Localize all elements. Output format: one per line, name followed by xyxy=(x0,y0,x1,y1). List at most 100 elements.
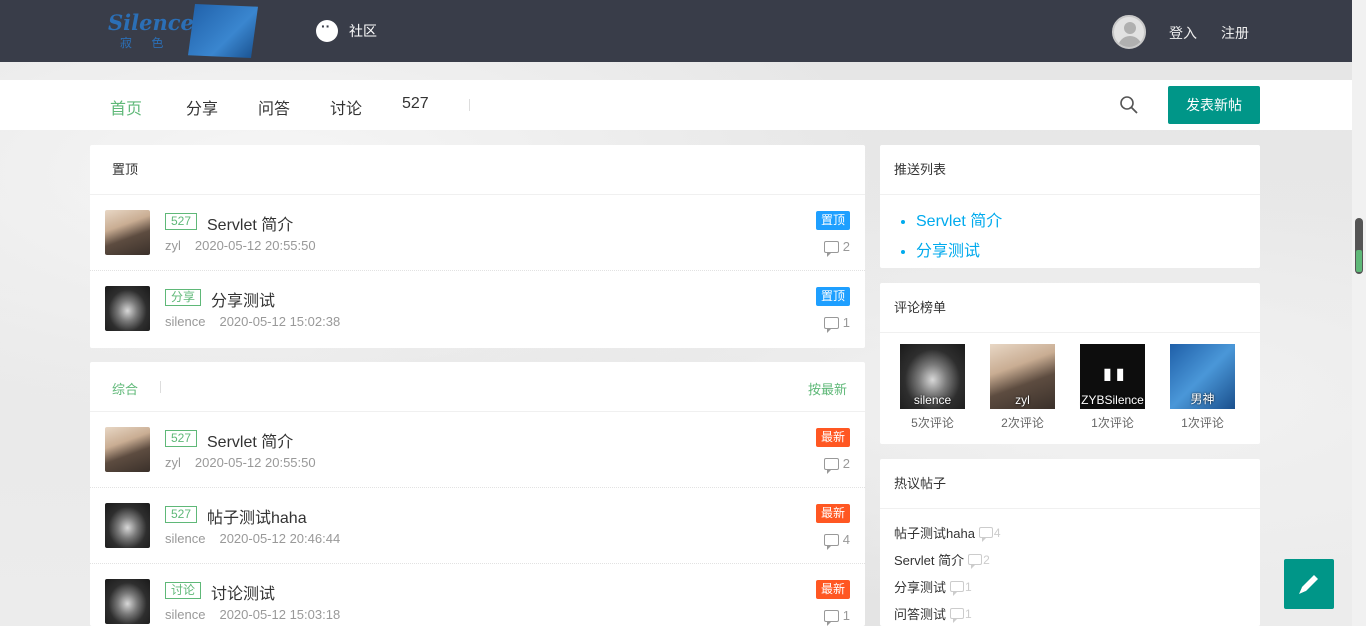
latest-tabs: 综合 按最新 xyxy=(90,362,865,412)
nav-qa[interactable]: 问答 xyxy=(258,95,290,119)
comment-number: 1 xyxy=(965,606,972,621)
comment-number: 2 xyxy=(842,456,850,471)
push-list-panel: 推送列表 Servlet 简介 分享测试 xyxy=(880,145,1260,268)
nav-share[interactable]: 分享 xyxy=(186,95,218,119)
search-icon[interactable] xyxy=(1119,95,1139,115)
pinned-badge: 置顶 xyxy=(815,211,850,230)
post-author[interactable]: silence xyxy=(165,607,205,622)
push-item[interactable]: Servlet 简介 xyxy=(916,207,1260,231)
hot-post-title[interactable]: 分享测试 xyxy=(894,577,946,596)
author-avatar[interactable] xyxy=(105,210,150,255)
push-item[interactable]: 分享测试 xyxy=(916,237,1260,261)
push-list: Servlet 简介 分享测试 xyxy=(880,195,1260,261)
hot-post-title[interactable]: 问答测试 xyxy=(894,604,946,623)
post-meta: silence 2020-05-12 15:02:38 xyxy=(165,314,340,329)
comment-icon xyxy=(823,457,839,474)
community-link[interactable]: 社区 xyxy=(316,18,377,42)
login-link[interactable]: 登入 xyxy=(1169,23,1197,43)
user-avatar[interactable]: ▮▮ ZYBSilence xyxy=(1080,344,1145,409)
floating-edit-button[interactable] xyxy=(1284,559,1334,609)
post-author[interactable]: silence xyxy=(165,531,205,546)
comment-number: 4 xyxy=(993,525,1001,540)
ranking-count: 5次评论 xyxy=(911,416,954,430)
ranking-count: 2次评论 xyxy=(1001,416,1044,430)
post-time: 2020-05-12 20:55:50 xyxy=(194,455,316,470)
post-item[interactable]: 分享 分享测试 silence 2020-05-12 15:02:38 置顶 1 xyxy=(90,271,865,347)
ranking-username: zyl xyxy=(1015,393,1030,407)
comment-number: 2 xyxy=(842,239,850,254)
user-avatar[interactable]: zyl xyxy=(990,344,1055,409)
comment-count: 1 xyxy=(823,608,850,626)
comment-count: 1 xyxy=(823,315,850,333)
nav-home[interactable]: 首页 xyxy=(110,95,142,119)
hot-post-item[interactable]: 问答测试 1 xyxy=(894,600,1260,626)
comment-count: 4 xyxy=(823,532,850,550)
register-link[interactable]: 注册 xyxy=(1221,23,1249,43)
post-time: 2020-05-12 15:02:38 xyxy=(219,314,341,329)
comment-icon xyxy=(823,240,839,257)
post-tag[interactable]: 527 xyxy=(165,213,198,230)
ranking-user[interactable]: 男神 1次评论 xyxy=(1170,344,1260,431)
ranking-title: 评论榜单 xyxy=(880,283,1260,333)
site-logo[interactable]: Silence 寂 色 xyxy=(108,4,258,58)
post-title[interactable]: 讨论测试 xyxy=(211,580,275,604)
ranking-list: silence 5次评论 zyl 2次评论 ▮▮ ZYBSilence 1次评论… xyxy=(880,333,1260,431)
ranking-user[interactable]: ▮▮ ZYBSilence 1次评论 xyxy=(1080,344,1170,431)
hot-post-title[interactable]: Servlet 简介 xyxy=(894,550,964,569)
post-tag[interactable]: 527 xyxy=(165,506,198,523)
ranking-user[interactable]: zyl 2次评论 xyxy=(990,344,1080,431)
post-meta: zyl 2020-05-12 20:55:50 xyxy=(165,455,316,470)
author-avatar[interactable] xyxy=(105,427,150,472)
comment-icon xyxy=(968,554,983,569)
category-navbar: 首页 分享 问答 讨论 527 发表新帖 xyxy=(0,80,1352,130)
post-item[interactable]: 527 Servlet 简介 zyl 2020-05-12 20:55:50 置顶… xyxy=(90,195,865,271)
comment-icon xyxy=(950,608,965,623)
nav-discussion[interactable]: 讨论 xyxy=(330,95,362,119)
post-item[interactable]: 527 帖子测试haha silence 2020-05-12 20:46:44 … xyxy=(90,488,865,564)
post-item[interactable]: 讨论 讨论测试 silence 2020-05-12 15:03:18 最新 1 xyxy=(90,564,865,626)
user-avatar-icon[interactable] xyxy=(1112,15,1146,49)
logo-subtext: 寂 色 xyxy=(120,36,172,50)
ranking-user[interactable]: silence 5次评论 xyxy=(900,344,990,431)
new-badge: 最新 xyxy=(815,504,850,523)
hot-post-item[interactable]: Servlet 简介 2 xyxy=(894,546,1260,573)
new-post-button[interactable]: 发表新帖 xyxy=(1168,86,1260,124)
author-avatar[interactable] xyxy=(105,286,150,331)
user-avatar[interactable]: 男神 xyxy=(1170,344,1235,409)
hot-post-item[interactable]: 分享测试 1 xyxy=(894,573,1260,600)
ranking-count: 1次评论 xyxy=(1091,416,1134,430)
post-title[interactable]: Servlet 简介 xyxy=(207,428,293,452)
pinned-badge: 置顶 xyxy=(815,287,850,306)
post-author[interactable]: zyl xyxy=(165,238,181,253)
page-scrollbar[interactable] xyxy=(1352,0,1366,626)
user-avatar[interactable]: silence xyxy=(900,344,965,409)
push-list-title: 推送列表 xyxy=(880,145,1260,195)
post-author[interactable]: zyl xyxy=(165,455,181,470)
hot-post-title[interactable]: 帖子测试haha xyxy=(894,523,975,542)
comment-icon xyxy=(950,581,965,596)
author-avatar[interactable] xyxy=(105,579,150,624)
hot-posts-title: 热议帖子 xyxy=(880,459,1260,509)
post-tag[interactable]: 分享 xyxy=(165,289,202,306)
ranking-count: 1次评论 xyxy=(1181,416,1224,430)
post-tag[interactable]: 讨论 xyxy=(165,582,202,599)
post-tag[interactable]: 527 xyxy=(165,430,198,447)
post-author[interactable]: silence xyxy=(165,314,205,329)
post-title[interactable]: 分享测试 xyxy=(211,287,275,311)
post-title[interactable]: Servlet 简介 xyxy=(207,211,293,235)
tab-all[interactable]: 综合 xyxy=(112,379,138,398)
comment-count: 2 xyxy=(823,456,850,474)
comment-number: 4 xyxy=(842,532,850,547)
comment-number: 2 xyxy=(983,552,990,567)
ranking-username: ZYBSilence xyxy=(1081,393,1144,407)
author-avatar[interactable] xyxy=(105,503,150,548)
post-title[interactable]: 帖子测试haha xyxy=(207,504,307,528)
new-badge: 最新 xyxy=(815,428,850,447)
hot-post-item[interactable]: 帖子测试haha 4 xyxy=(894,519,1260,546)
nav-527[interactable]: 527 xyxy=(402,95,429,113)
sort-newest-link[interactable]: 按最新 xyxy=(808,379,847,398)
post-item[interactable]: 527 Servlet 简介 zyl 2020-05-12 20:55:50 最新… xyxy=(90,412,865,488)
new-badge: 最新 xyxy=(815,580,850,599)
comment-icon xyxy=(823,609,839,626)
comment-number: 1 xyxy=(965,579,972,594)
